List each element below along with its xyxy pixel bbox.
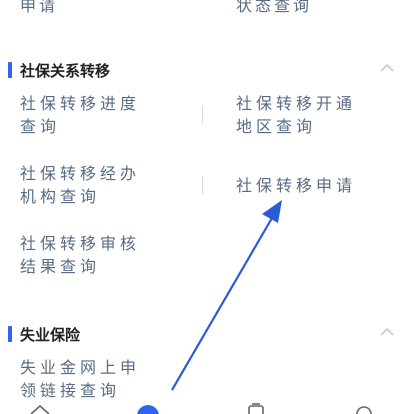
menu-item-line1: 失业金网上申	[20, 358, 141, 377]
menu-item-line1: 社保转移审核	[20, 234, 141, 253]
cup-icon[interactable]	[244, 402, 268, 414]
chevron-up-icon[interactable]	[379, 62, 395, 74]
section-accent-bar	[8, 326, 12, 342]
menu-item-line2: 结果查询	[20, 257, 101, 276]
menu-item-transfer-regions[interactable]: 社保转移开通 地区查询	[236, 92, 356, 138]
column-divider	[202, 176, 203, 194]
menu-item-line2: 查询	[20, 117, 61, 136]
menu-item-line1: 社保转移开通	[236, 94, 357, 113]
menu-item-line2: 领链接查询	[20, 381, 121, 400]
chevron-up-icon[interactable]	[379, 326, 395, 338]
menu-item-line1: 社保转移经办	[20, 164, 141, 183]
bottom-navigation-bar	[0, 402, 413, 414]
center-circle-icon[interactable]	[136, 402, 160, 414]
menu-item-line2: 地区查询	[236, 117, 317, 136]
menu-item-line1: 社保转移申请	[236, 176, 357, 195]
apply-item[interactable]: 申请	[20, 0, 58, 16]
section-title: 失业保险	[20, 326, 81, 344]
section-accent-bar	[8, 62, 12, 78]
status-query-item[interactable]: 状态查询	[236, 0, 312, 16]
menu-item-transfer-agency[interactable]: 社保转移经办 机构查询	[20, 162, 140, 208]
menu-item-unemployment-benefit-link[interactable]: 失业金网上申 领链接查询	[20, 356, 140, 402]
home-icon[interactable]	[28, 402, 52, 414]
section-header-unemployment-insurance[interactable]: 失业保险	[0, 320, 413, 350]
section-header-social-security-transfer[interactable]: 社保关系转移	[0, 56, 413, 86]
menu-item-transfer-review-result[interactable]: 社保转移审核 结果查询	[20, 232, 140, 278]
menu-item-line1: 社保转移进度	[20, 94, 141, 113]
previous-section-row: 申请 状态查询	[0, 0, 413, 16]
menu-item-transfer-apply[interactable]: 社保转移申请	[236, 174, 356, 197]
search-icon[interactable]	[352, 402, 376, 414]
menu-item-line2: 机构查询	[20, 187, 101, 206]
column-divider	[202, 106, 203, 124]
menu-item-transfer-progress[interactable]: 社保转移进度 查询	[20, 92, 140, 138]
section-title: 社保关系转移	[20, 62, 111, 80]
